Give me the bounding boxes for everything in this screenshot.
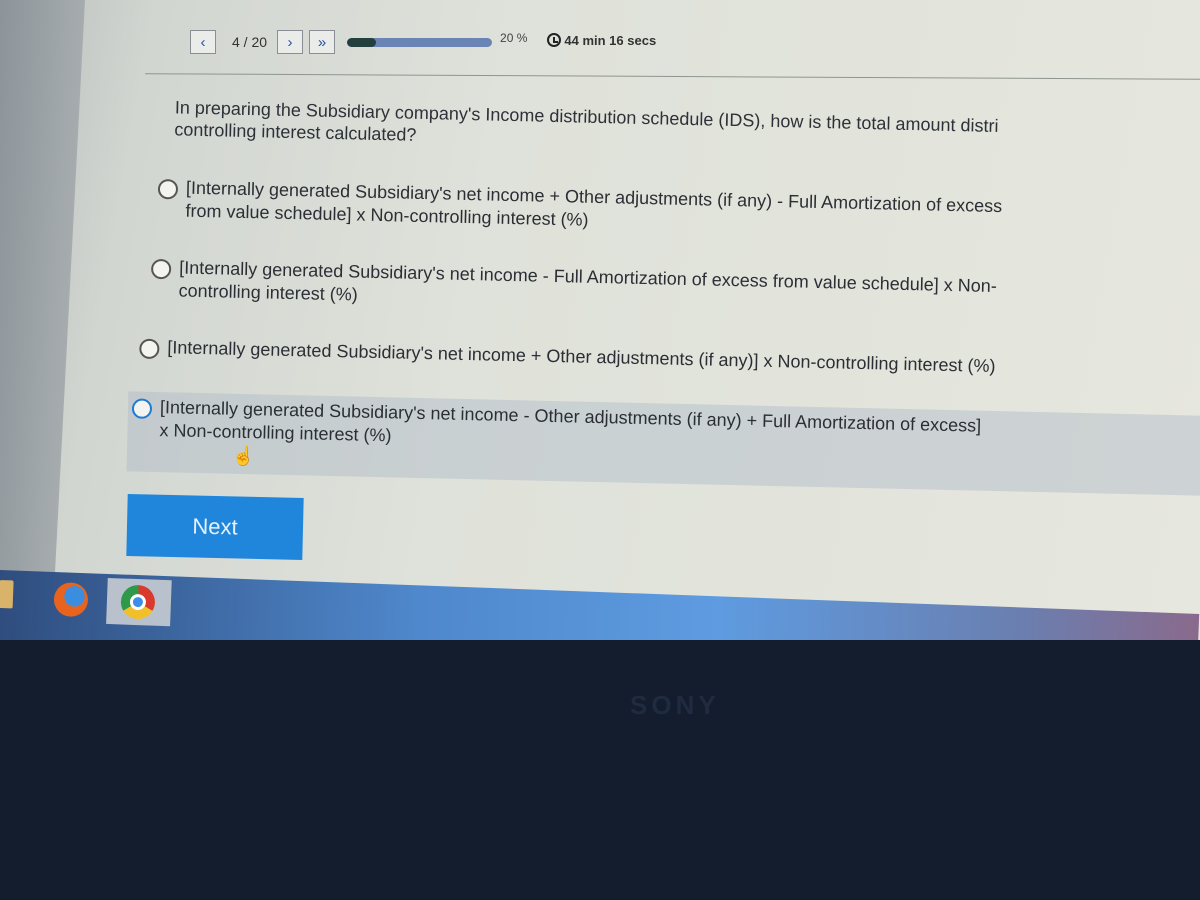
monitor-bezel xyxy=(0,640,1200,900)
answer-option-1[interactable]: [Internally generated Subsidiary's net i… xyxy=(157,176,1178,245)
answer-text: [Internally generated Subsidiary's net i… xyxy=(185,177,1002,242)
answer-text: [Internally generated Subsidiary's net i… xyxy=(159,396,981,461)
answer-option-2[interactable]: [Internally generated Subsidiary's net i… xyxy=(150,256,1171,325)
firefox-icon[interactable] xyxy=(53,582,89,618)
next-button[interactable]: Next xyxy=(126,494,304,560)
brand-logo: SONY xyxy=(630,690,720,720)
file-explorer-icon[interactable] xyxy=(0,579,14,609)
radio-button[interactable] xyxy=(157,178,179,200)
answer-line-1: [Internally generated Subsidiary's net i… xyxy=(167,337,996,377)
radio-button[interactable] xyxy=(150,258,172,280)
question-text: In preparing the Subsidiary company's In… xyxy=(174,96,1200,164)
question-area: In preparing the Subsidiary company's In… xyxy=(0,0,1200,663)
radio-button[interactable] xyxy=(139,338,160,360)
answer-option-4[interactable]: [Internally generated Subsidiary's net i… xyxy=(126,391,1200,496)
radio-button[interactable] xyxy=(131,398,153,419)
hand-cursor-icon: ☝ xyxy=(232,446,255,466)
answer-text: [Internally generated Subsidiary's net i… xyxy=(167,336,996,378)
screen: ‹ 4 / 20 › » 20 % 44 min 16 secs In prep… xyxy=(0,0,1200,640)
answer-option-3[interactable]: [Internally generated Subsidiary's net i… xyxy=(139,336,1159,382)
answer-text: [Internally generated Subsidiary's net i… xyxy=(178,256,997,321)
